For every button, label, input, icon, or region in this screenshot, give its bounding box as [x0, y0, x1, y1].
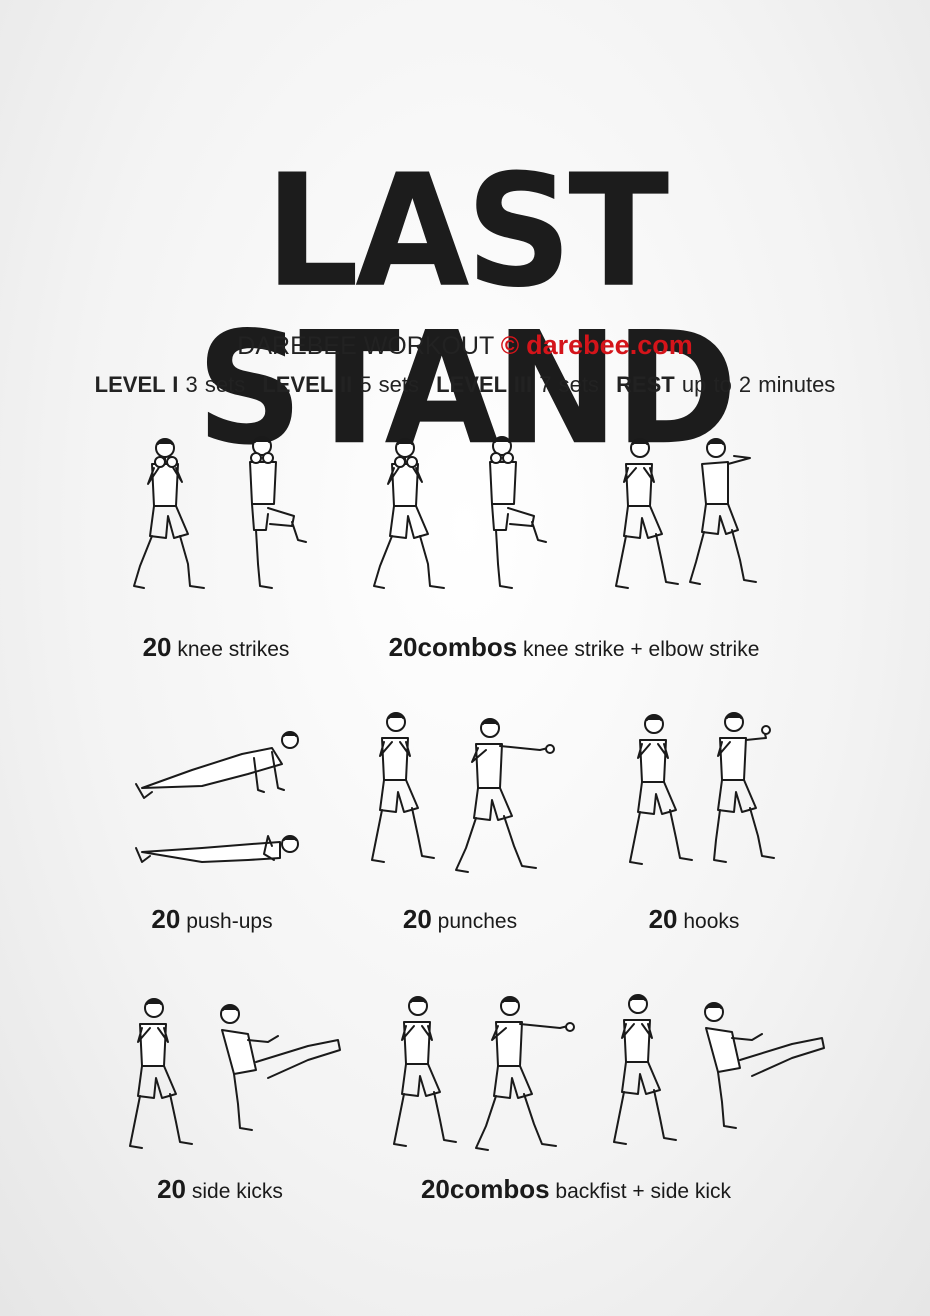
exercise-label-knee-strikes: 20 knee strikes [142, 632, 290, 662]
knee-elbow-figure-stance [370, 436, 460, 598]
knee-strikes-figure-stance [130, 436, 220, 598]
rest-value: up to 2 minutes [681, 372, 836, 397]
subtitle-prefix: DAREBEE WORKOUT [237, 332, 494, 360]
level-3-label: LEVEL III [436, 372, 533, 397]
knee-elbow-figure-knee [472, 434, 562, 596]
level-2-label: LEVEL II [262, 372, 353, 397]
backfist-kick-figure-guard-2 [610, 992, 700, 1152]
levels-line: LEVEL I 3 sets LEVEL II 5 sets LEVEL III… [0, 372, 930, 398]
hooks-figure-guard [626, 712, 716, 877]
subtitle: DAREBEE WORKOUT © darebee.com [0, 330, 930, 361]
level-1-value: 3 sets [185, 372, 246, 397]
knee-strikes-figure-knee [232, 434, 322, 596]
exercise-label-side-kicks: 20 side kicks [157, 1174, 283, 1204]
knee-elbow-figure-elbow [688, 436, 778, 598]
push-up-figure-up [132, 728, 304, 812]
level-3-value: 7 sets [539, 372, 599, 397]
level-1-label: LEVEL I [94, 372, 179, 397]
exercise-label-hooks: 20 hooks [648, 904, 740, 934]
exercise-label-push-ups: 20 push-ups [151, 904, 273, 934]
page-title: LAST STAND [196, 140, 737, 480]
side-kicks-figure-kick [208, 1000, 353, 1150]
backfist-kick-figure-kick [692, 998, 837, 1148]
punches-figure-punch [450, 716, 580, 881]
hooks-figure-hook [704, 710, 804, 875]
push-up-figure-down [132, 826, 304, 876]
backfist-kick-figure-guard [390, 994, 480, 1154]
copyright-icon: © [500, 332, 520, 360]
exercise-label-knee-elbow-combo: 20combos knee strike + elbow strike [388, 632, 760, 662]
exercise-label-backfist-kick-combo: 20combos backfist + side kick [420, 1174, 732, 1204]
rest-label: REST [616, 372, 675, 397]
level-2-value: 5 sets [359, 372, 420, 397]
exercise-label-punches: 20 punches [402, 904, 518, 934]
backfist-kick-figure-punch [470, 994, 580, 1154]
side-kicks-figure-guard [126, 996, 216, 1156]
brand-link[interactable]: darebee.com [526, 330, 693, 360]
